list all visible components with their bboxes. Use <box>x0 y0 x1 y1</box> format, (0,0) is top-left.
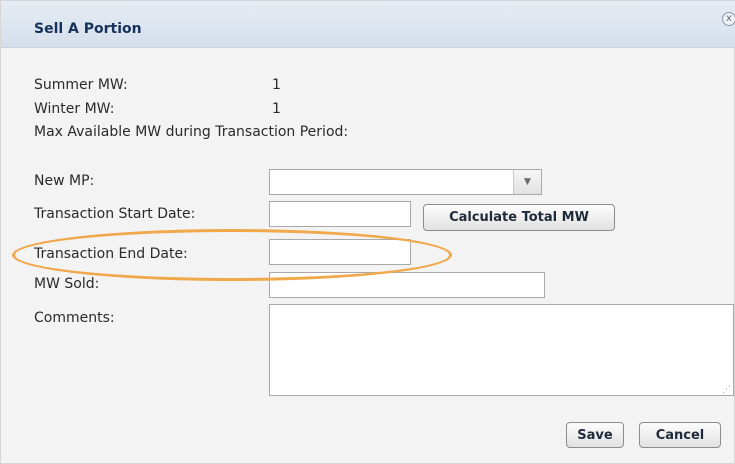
cancel-button[interactable]: Cancel <box>639 422 721 448</box>
winter-mw-value: 1 <box>272 101 281 117</box>
resize-grip-icon[interactable]: ⋰ <box>722 386 731 395</box>
sell-portion-dialog: Sell A Portion x Summer MW: 1 Winter MW:… <box>0 0 735 464</box>
mw-sold-input[interactable] <box>269 272 545 298</box>
end-date-label: Transaction End Date: <box>34 246 188 262</box>
save-button[interactable]: Save <box>566 422 624 448</box>
start-date-label: Transaction Start Date: <box>34 206 196 222</box>
summer-mw-label: Summer MW: <box>34 77 128 93</box>
summer-mw-value: 1 <box>272 77 281 93</box>
start-date-input[interactable] <box>269 201 411 227</box>
winter-mw-label: Winter MW: <box>34 101 115 117</box>
dialog-title: Sell A Portion <box>34 21 142 37</box>
comments-textarea[interactable] <box>269 304 734 396</box>
end-date-input[interactable] <box>269 239 411 265</box>
dialog-titlebar: Sell A Portion x <box>1 1 735 48</box>
close-icon[interactable]: x <box>722 12 735 26</box>
calculate-total-mw-button[interactable]: Calculate Total MW <box>423 204 615 231</box>
chevron-down-icon[interactable]: ▼ <box>513 170 541 194</box>
new-mp-select[interactable]: ▼ <box>269 169 542 195</box>
new-mp-label: New MP: <box>34 173 95 189</box>
max-available-label: Max Available MW during Transaction Peri… <box>34 124 349 140</box>
comments-label: Comments: <box>34 310 115 326</box>
mw-sold-label: MW Sold: <box>34 276 100 292</box>
